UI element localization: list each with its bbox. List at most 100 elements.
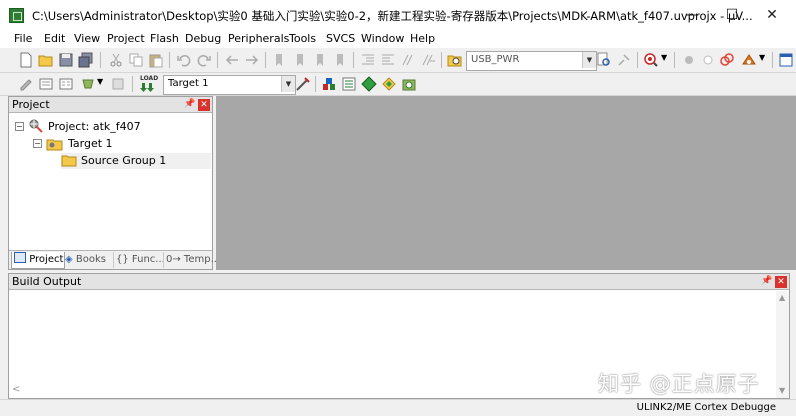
- menu-flash[interactable]: Flash: [150, 32, 179, 45]
- breakpoint-icon[interactable]: [681, 52, 697, 68]
- redo-icon[interactable]: [196, 52, 212, 68]
- tree-item-project[interactable]: − Project: atk_f407: [15, 119, 205, 135]
- pack-icon[interactable]: [401, 76, 417, 92]
- open-file-icon[interactable]: [38, 52, 54, 68]
- kill-breakpoints-icon[interactable]: [719, 52, 735, 68]
- pack-installer-icon[interactable]: [341, 76, 357, 92]
- disable-breakpoint-icon[interactable]: [700, 52, 716, 68]
- tab-functions[interactable]: {} Func...: [113, 252, 165, 268]
- pin-icon[interactable]: 📌: [761, 276, 772, 286]
- tree-item-source-group[interactable]: Source Group 1: [61, 153, 211, 169]
- scroll-down-icon[interactable]: ▼: [779, 386, 785, 395]
- menu-tools[interactable]: Tools: [289, 32, 316, 45]
- build-toolbar: ▼ LOAD Target 1 ▼: [0, 73, 796, 96]
- new-file-icon[interactable]: [18, 52, 34, 68]
- editor-area[interactable]: [216, 96, 796, 270]
- translate-icon[interactable]: [18, 76, 34, 92]
- load-label: LOAD: [140, 75, 159, 82]
- target-name: Target 1: [68, 137, 113, 150]
- window-layout-icon[interactable]: [778, 52, 794, 68]
- chevron-down-icon[interactable]: ▼: [661, 53, 667, 62]
- build-output-title: Build Output: [12, 275, 82, 288]
- tab-books[interactable]: ◈ Books: [63, 252, 113, 268]
- collapse-icon[interactable]: −: [33, 139, 42, 148]
- build-icon[interactable]: [38, 76, 54, 92]
- maximize-button[interactable]: ☐: [712, 0, 752, 30]
- menu-peripherals[interactable]: Peripherals: [228, 32, 289, 45]
- window-title: C:\Users\Administrator\Desktop\实验0 基础入门实…: [32, 9, 753, 23]
- toolbar-separator: [100, 52, 101, 68]
- previous-bookmark-icon[interactable]: [292, 52, 308, 68]
- menu-project[interactable]: Project: [107, 32, 145, 45]
- close-icon[interactable]: ✕: [775, 276, 787, 288]
- menu-help[interactable]: Help: [410, 32, 435, 45]
- find-in-files-icon[interactable]: [447, 52, 463, 68]
- tab-project[interactable]: Project: [11, 252, 65, 269]
- cut-icon[interactable]: [108, 52, 124, 68]
- navigate-forward-icon[interactable]: [244, 52, 260, 68]
- undo-icon[interactable]: [176, 52, 192, 68]
- manage-runtime-icon[interactable]: [361, 76, 377, 92]
- debugger-status: ULINK2/ME Cortex Debugge: [636, 402, 776, 413]
- select-software-packs-icon[interactable]: [381, 76, 397, 92]
- save-icon[interactable]: [58, 52, 74, 68]
- target-combo[interactable]: Target 1 ▼: [163, 75, 296, 95]
- menu-file[interactable]: File: [14, 32, 32, 45]
- copy-icon[interactable]: [128, 52, 144, 68]
- close-icon[interactable]: ✕: [198, 99, 210, 111]
- next-bookmark-icon[interactable]: [312, 52, 328, 68]
- manage-project-items-icon[interactable]: [321, 76, 337, 92]
- build-output-text[interactable]: [11, 292, 771, 380]
- batch-build-icon[interactable]: [80, 76, 96, 92]
- comment-icon[interactable]: [400, 52, 416, 68]
- pin-icon[interactable]: 📌: [184, 99, 195, 109]
- toolbar-separator: [169, 52, 170, 68]
- chevron-down-icon[interactable]: ▼: [97, 77, 103, 86]
- chevron-down-icon[interactable]: ▼: [582, 52, 596, 68]
- collapse-icon[interactable]: −: [15, 122, 24, 131]
- menu-view[interactable]: View: [74, 32, 100, 45]
- uncomment-icon[interactable]: [420, 52, 436, 68]
- toolbar-separator: [353, 52, 354, 68]
- menu-edit[interactable]: Edit: [44, 32, 65, 45]
- toolbar-separator: [132, 76, 133, 92]
- menu-svcs[interactable]: SVCS: [326, 32, 355, 45]
- menu-window[interactable]: Window: [361, 32, 404, 45]
- toolbar-separator: [217, 52, 218, 68]
- target-icon: [46, 139, 63, 151]
- insert-bookmark-icon[interactable]: [272, 52, 288, 68]
- toolbar-separator: [441, 52, 442, 68]
- tab-templates[interactable]: 0→ Temp...: [163, 252, 220, 268]
- stop-build-icon[interactable]: [110, 76, 126, 92]
- debug-session-icon[interactable]: [643, 52, 659, 68]
- indent-icon[interactable]: [360, 52, 376, 68]
- toolbar-separator: [315, 76, 316, 92]
- project-icon: [29, 119, 43, 133]
- project-panel-tabs: Project ◈ Books {} Func... 0→ Temp...: [9, 250, 220, 269]
- chevron-down-icon[interactable]: ▼: [759, 53, 765, 62]
- minimize-button[interactable]: —: [672, 0, 712, 30]
- project-name: Project: atk_f407: [48, 120, 141, 133]
- project-panel-header: Project 📌 ✕: [9, 97, 212, 113]
- configure-icon[interactable]: [741, 52, 757, 68]
- download-button[interactable]: LOAD: [139, 75, 159, 93]
- scroll-up-icon[interactable]: ▲: [779, 293, 785, 302]
- find-icon[interactable]: [596, 52, 612, 68]
- vertical-scrollbar[interactable]: ▲ ▼: [776, 291, 789, 398]
- unindent-icon[interactable]: [380, 52, 396, 68]
- save-all-icon[interactable]: [78, 52, 94, 68]
- target-options-icon[interactable]: [295, 76, 311, 92]
- menu-debug[interactable]: Debug: [185, 32, 221, 45]
- clear-bookmarks-icon[interactable]: [332, 52, 348, 68]
- scroll-left-icon[interactable]: <: [12, 384, 20, 395]
- incremental-find-icon[interactable]: [616, 52, 632, 68]
- close-button[interactable]: ✕: [752, 0, 792, 30]
- watermark: 知乎 @正点原子: [598, 372, 760, 396]
- navigate-back-icon[interactable]: [224, 52, 240, 68]
- find-combo[interactable]: USB_PWR ▼: [466, 51, 597, 71]
- chevron-down-icon[interactable]: ▼: [281, 76, 295, 92]
- rebuild-icon[interactable]: [58, 76, 74, 92]
- tree-item-target[interactable]: − Target 1: [33, 136, 203, 152]
- target-combo-value: Target 1: [168, 78, 209, 89]
- paste-icon[interactable]: [148, 52, 164, 68]
